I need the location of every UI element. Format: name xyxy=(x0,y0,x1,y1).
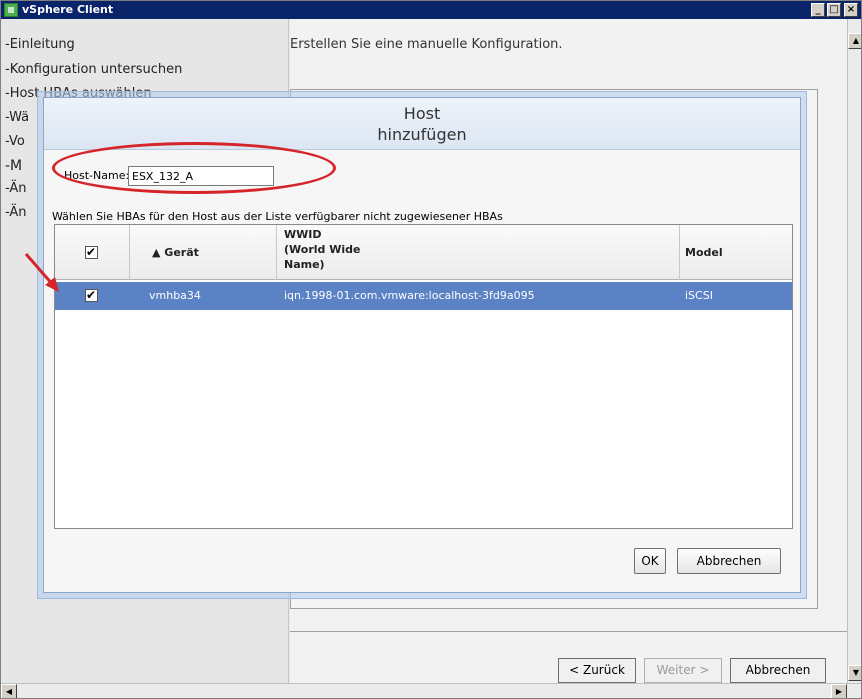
wizard-cancel-button[interactable]: Abbrechen xyxy=(730,658,826,683)
dialog-title-line2: hinzufügen xyxy=(377,125,467,144)
close-button[interactable]: × xyxy=(844,3,858,17)
row-model: iSCSI xyxy=(685,289,713,302)
title-bar: vSphere Client _ □ × xyxy=(1,1,861,19)
row-device: vmhba34 xyxy=(149,289,201,302)
hostname-input[interactable] xyxy=(128,166,274,186)
nav-item-einleitung[interactable]: -Einleitung xyxy=(5,37,75,52)
dialog-title-line1: Host xyxy=(403,104,441,123)
hba-instruction: Wählen Sie HBAs für den Host aus der Lis… xyxy=(52,210,503,223)
header-model-label: Model xyxy=(685,246,723,259)
vertical-scrollbar[interactable]: ▲ ▼ xyxy=(847,19,861,683)
scroll-down-arrow-icon[interactable]: ▼ xyxy=(848,665,861,681)
maximize-button[interactable]: □ xyxy=(827,3,841,17)
row-checkbox[interactable] xyxy=(85,287,98,303)
nav-item-8[interactable]: -Än xyxy=(5,205,27,220)
scroll-up-arrow-icon[interactable]: ▲ xyxy=(848,33,861,49)
wizard-heading: Erstellen Sie eine manuelle Konfiguratio… xyxy=(290,37,563,52)
table-row[interactable]: vmhba34 iqn.1998-01.com.vmware:localhost… xyxy=(55,282,792,310)
row-wwid: iqn.1998-01.com.vmware:localhost-3fd9a09… xyxy=(284,289,535,302)
next-button[interactable]: Weiter > xyxy=(644,658,722,683)
back-button[interactable]: < Zurück xyxy=(558,658,636,683)
horizontal-scrollbar[interactable]: ◀ ▶ xyxy=(1,683,861,698)
cancel-button[interactable]: Abbrechen xyxy=(677,548,781,574)
ok-button[interactable]: OK xyxy=(634,548,666,574)
scroll-right-arrow-icon[interactable]: ▶ xyxy=(831,684,847,698)
nav-item-5[interactable]: -Vo xyxy=(5,134,25,149)
header-wwid-line3: Name) xyxy=(284,258,325,271)
header-wwid-line1: WWID xyxy=(284,228,322,241)
scroll-left-arrow-icon[interactable]: ◀ xyxy=(1,684,17,698)
header-device[interactable]: ▲ Gerät xyxy=(130,225,277,280)
add-host-dialog: Host hinzufügen Host-Name: Wählen Sie HB… xyxy=(43,97,801,593)
wizard-divider xyxy=(290,631,847,632)
hostname-label: Host-Name: xyxy=(64,169,130,182)
nav-item-6[interactable]: -M xyxy=(5,158,22,174)
nav-item-konfiguration[interactable]: -Konfiguration untersuchen xyxy=(5,62,182,77)
hba-table: ▲ Gerät WWID (World Wide Name) Model vmh… xyxy=(54,224,793,529)
header-model[interactable]: Model xyxy=(680,225,792,280)
vsphere-client-window: vSphere Client _ □ × -Einleitung -Konfig… xyxy=(0,0,862,699)
window-title: vSphere Client xyxy=(22,3,114,16)
header-wwid-line2: (World Wide xyxy=(284,243,361,256)
header-device-label: ▲ Gerät xyxy=(152,246,199,259)
dialog-header: Host hinzufügen xyxy=(44,98,800,150)
header-select-all[interactable] xyxy=(55,225,130,280)
table-header: ▲ Gerät WWID (World Wide Name) Model xyxy=(55,225,792,280)
header-wwid[interactable]: WWID (World Wide Name) xyxy=(277,225,680,280)
nav-item-7[interactable]: -Än xyxy=(5,181,27,196)
vsphere-app-icon xyxy=(4,3,18,17)
select-all-checkbox[interactable] xyxy=(85,244,98,260)
minimize-button[interactable]: _ xyxy=(811,3,825,17)
nav-item-4[interactable]: -Wä xyxy=(5,110,29,125)
